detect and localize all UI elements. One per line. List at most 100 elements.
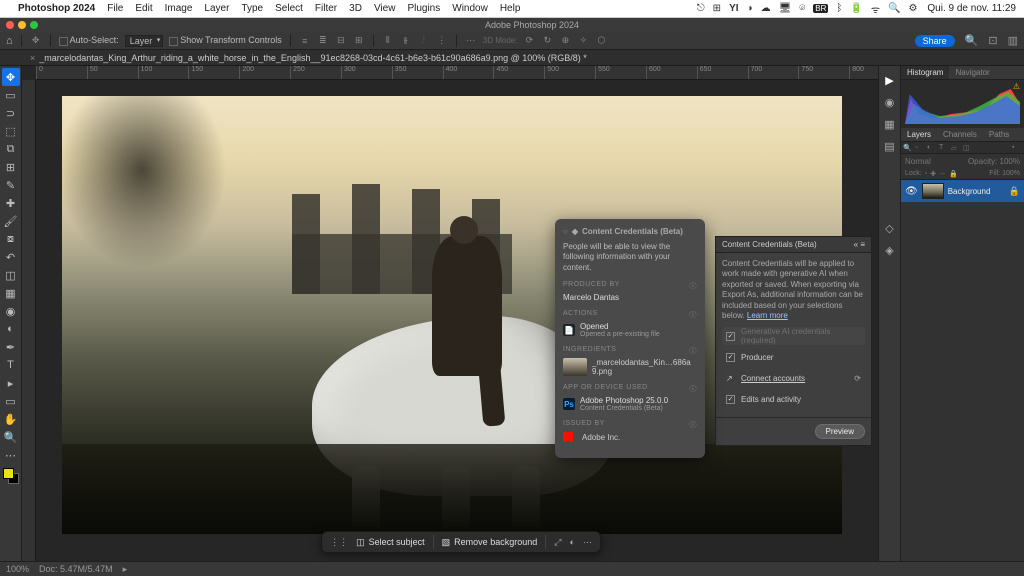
select-subject-button[interactable]: ◫Select subject xyxy=(356,537,425,548)
layer-row-background[interactable]: 👁 Background 🔒 xyxy=(901,180,1024,202)
align-icon[interactable]: ≣ xyxy=(317,35,329,47)
info-icon[interactable]: ⓘ xyxy=(690,310,698,320)
document-info[interactable]: Doc: 5.47M/5.47M xyxy=(39,564,113,574)
drag-handle-icon[interactable]: ⋮⋮ xyxy=(330,537,348,548)
auto-select-checkbox[interactable]: Auto-Select: xyxy=(59,35,119,45)
zoom-tool[interactable]: 🔍 xyxy=(2,428,20,446)
workspace-icon[interactable]: ⊡ xyxy=(988,34,997,47)
info-icon[interactable]: ⓘ xyxy=(690,384,698,394)
edit-toolbar[interactable]: ⋯ xyxy=(2,446,20,464)
tab-layers[interactable]: Layers xyxy=(901,128,937,141)
tab-paths[interactable]: Paths xyxy=(983,128,1015,141)
panel-layout-icon[interactable]: ▥ xyxy=(1008,34,1018,47)
blend-mode-dropdown[interactable]: Normal xyxy=(905,157,931,166)
filter-icon[interactable]: ◫ xyxy=(963,144,973,152)
3d-icon[interactable]: ⬡ xyxy=(595,35,607,47)
cc-panel-icon[interactable]: ◇ xyxy=(882,220,898,236)
status-icon[interactable]: ⊞ xyxy=(713,3,721,14)
wifi-icon[interactable]: ᯤ xyxy=(871,2,880,16)
distribute-icon[interactable]: ⫴ xyxy=(382,35,394,47)
search-icon[interactable]: 🔍 xyxy=(965,34,979,47)
menubar-clock[interactable]: Qui. 9 de nov. 11:29 xyxy=(927,3,1016,14)
3d-icon[interactable]: ✧ xyxy=(577,35,589,47)
cc-option-connect-accounts[interactable]: ↗ Connect accounts ⟳ xyxy=(722,369,865,387)
menu-image[interactable]: Image xyxy=(165,3,193,14)
status-icon[interactable]: ◑ xyxy=(747,3,753,14)
lock-icon[interactable]: ↔ xyxy=(939,170,946,177)
filter-icon[interactable]: ◐ xyxy=(927,144,937,152)
document-tab[interactable]: × _marcelodantas_King_Arthur_riding_a_wh… xyxy=(24,53,593,63)
bluetooth-icon[interactable]: ᛒ xyxy=(836,3,842,14)
filter-icon[interactable]: ▱ xyxy=(951,144,961,152)
tab-histogram[interactable]: Histogram xyxy=(901,66,949,79)
filter-icon[interactable]: T xyxy=(939,144,949,152)
layer-thumbnail[interactable] xyxy=(922,183,944,199)
close-tab-icon[interactable]: × xyxy=(30,53,35,63)
status-icon[interactable]: ⎋ xyxy=(697,3,705,14)
pen-tool[interactable]: ✒ xyxy=(2,338,20,356)
menu-window[interactable]: Window xyxy=(452,3,488,14)
info-expand-icon[interactable]: ▸ xyxy=(123,564,128,575)
align-icon[interactable]: ⊟ xyxy=(335,35,347,47)
vertical-ruler[interactable] xyxy=(22,80,36,561)
search-icon[interactable]: 🔍 xyxy=(888,3,900,14)
play-icon[interactable]: ▶ xyxy=(882,72,898,88)
zoom-level[interactable]: 100% xyxy=(6,564,29,574)
app-name-menu[interactable]: Photoshop 2024 xyxy=(18,3,95,14)
info-icon[interactable]: ⓘ xyxy=(690,420,698,430)
shape-tool[interactable]: ▭ xyxy=(2,392,20,410)
frame-tool[interactable]: ⊞ xyxy=(2,158,20,176)
healing-tool[interactable]: ✚ xyxy=(2,194,20,212)
align-icon[interactable]: ≡ xyxy=(299,35,311,47)
crop-tool[interactable]: ⧉ xyxy=(2,140,20,158)
status-icon[interactable]: ⌾ xyxy=(799,3,805,14)
path-select-tool[interactable]: ▸ xyxy=(2,374,20,392)
object-select-tool[interactable]: ⬚ xyxy=(2,122,20,140)
cc-option-producer[interactable]: Producer xyxy=(722,348,865,366)
filter-search-icon[interactable]: 🔍 xyxy=(903,144,913,152)
show-transform-checkbox[interactable]: Show Transform Controls xyxy=(169,35,282,45)
more-icon[interactable]: ⋯ xyxy=(583,537,592,548)
menu-select[interactable]: Select xyxy=(275,3,303,14)
eraser-tool[interactable]: ◫ xyxy=(2,266,20,284)
info-icon[interactable]: ⓘ xyxy=(690,346,698,356)
control-center-icon[interactable]: ⚙ xyxy=(908,3,917,14)
brush-tool[interactable]: 🖌 xyxy=(2,212,20,230)
color-swatch[interactable] xyxy=(3,468,19,484)
remove-background-button[interactable]: ▧Remove background xyxy=(442,537,538,548)
checkbox-icon[interactable] xyxy=(726,395,735,404)
status-icon[interactable]: BR xyxy=(813,4,828,13)
menu-edit[interactable]: Edit xyxy=(135,3,152,14)
menu-plugins[interactable]: Plugins xyxy=(407,3,440,14)
adjustments-icon[interactable]: ◐ xyxy=(569,537,574,547)
tab-channels[interactable]: Channels xyxy=(937,128,983,141)
distribute-icon[interactable]: ⫶ xyxy=(418,35,430,47)
cc-option-edits[interactable]: Edits and activity xyxy=(722,390,865,408)
layer-lock-icon[interactable]: 🔒 xyxy=(1009,186,1020,197)
menu-layer[interactable]: Layer xyxy=(204,3,229,14)
lock-icon[interactable]: 🔒 xyxy=(949,170,958,178)
history-brush-tool[interactable]: ↶ xyxy=(2,248,20,266)
menu-filter[interactable]: Filter xyxy=(315,3,337,14)
transform-icon[interactable]: ⤢ xyxy=(554,537,561,548)
histogram-warning-icon[interactable]: ⚠ xyxy=(1013,82,1020,91)
collapse-icon[interactable]: « xyxy=(854,240,858,249)
horizontal-ruler[interactable]: 0501001502002503003504004505005506006507… xyxy=(36,66,900,80)
checkbox-icon[interactable] xyxy=(726,353,735,362)
status-icon[interactable]: YI xyxy=(729,3,738,14)
move-tool[interactable]: ✥ xyxy=(2,68,20,86)
cc-close-icon[interactable]: ○ xyxy=(563,227,568,236)
menu-type[interactable]: Type xyxy=(241,3,263,14)
eyedropper-tool[interactable]: ✎ xyxy=(2,176,20,194)
3d-icon[interactable]: ⟳ xyxy=(523,35,535,47)
auto-select-target-dropdown[interactable]: Layer xyxy=(125,35,164,47)
panel-menu-icon[interactable]: ≡ xyxy=(860,240,865,249)
status-icon[interactable]: 🖥 xyxy=(779,3,792,14)
home-button[interactable]: ⌂ xyxy=(6,35,13,47)
battery-icon[interactable]: 🔋 xyxy=(850,3,862,14)
menu-3d[interactable]: 3D xyxy=(349,3,362,14)
distribute-icon[interactable]: ⫵ xyxy=(400,35,412,47)
lock-icon[interactable]: ✚ xyxy=(930,170,936,178)
foreground-color[interactable] xyxy=(3,468,14,479)
zoom-window-button[interactable] xyxy=(30,21,38,29)
